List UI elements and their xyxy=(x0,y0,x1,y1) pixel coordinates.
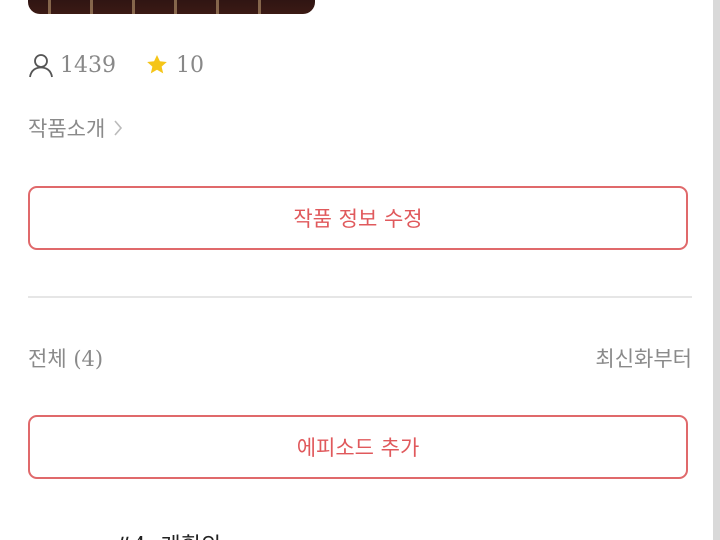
edit-work-info-button[interactable]: 작품 정보 수정 xyxy=(28,186,688,250)
intro-label: 작품소개 xyxy=(28,117,106,141)
cover-decoration xyxy=(48,0,51,14)
intro-link[interactable]: 작품소개 xyxy=(28,113,123,143)
cover-decoration xyxy=(90,0,93,14)
cover-image[interactable] xyxy=(28,0,315,14)
cover-decoration xyxy=(132,0,135,14)
rating-value: 10 xyxy=(176,52,204,78)
star-icon xyxy=(144,52,170,78)
viewers-stat: 1439 xyxy=(28,52,116,78)
user-icon xyxy=(28,52,54,78)
episode-title[interactable]: #4. 계획의 xyxy=(114,528,221,540)
divider xyxy=(28,296,692,298)
viewers-count: 1439 xyxy=(60,52,116,78)
stats-row: 1439 10 xyxy=(28,50,204,80)
rating-stat: 10 xyxy=(144,52,204,78)
add-episode-button[interactable]: 에피소드 추가 xyxy=(28,415,688,479)
work-detail-page: 1439 10 작품소개 작품 정보 수정 전체 (4) 최신화부터 에피소드 … xyxy=(0,0,720,540)
scrollbar[interactable] xyxy=(713,0,720,540)
episode-list-header: 전체 (4) 최신화부터 xyxy=(28,343,692,373)
cover-decoration xyxy=(258,0,261,14)
cover-decoration xyxy=(216,0,219,14)
episode-total-count: 전체 (4) xyxy=(28,347,104,371)
sort-latest-button[interactable]: 최신화부터 xyxy=(595,343,692,373)
cover-decoration xyxy=(174,0,177,14)
chevron-right-icon xyxy=(113,119,123,137)
